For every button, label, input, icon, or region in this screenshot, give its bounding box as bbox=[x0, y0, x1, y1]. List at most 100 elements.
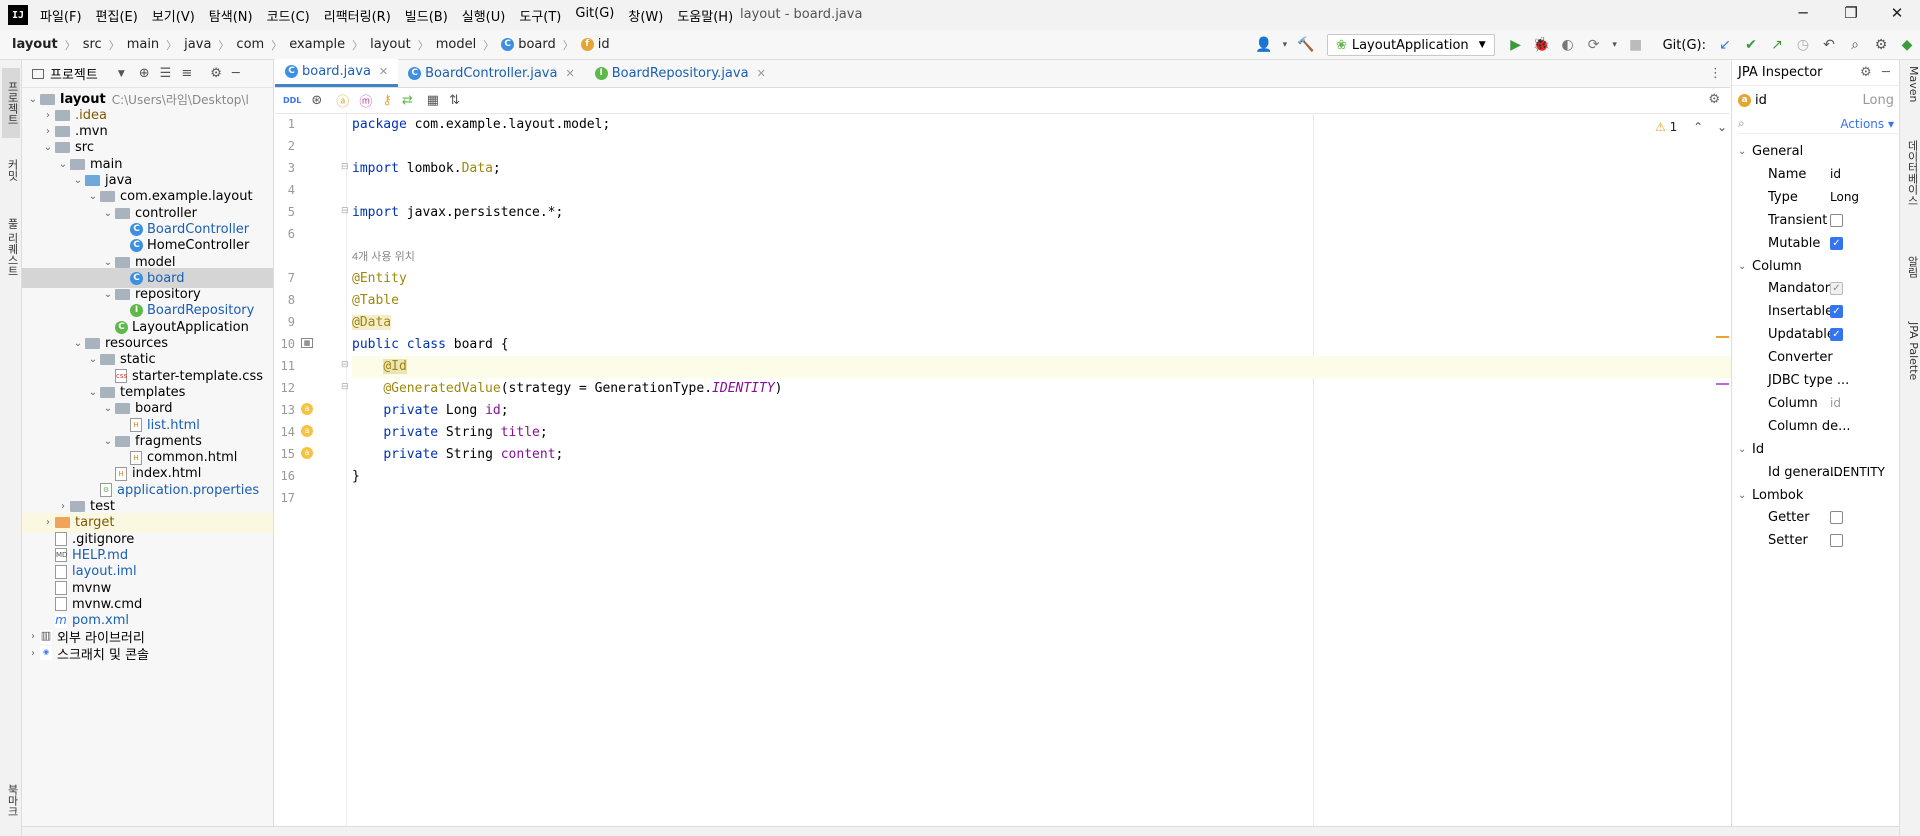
inspector-section[interactable]: ⌄ General bbox=[1732, 140, 1899, 163]
chevron-down-icon[interactable]: ⌄ bbox=[101, 436, 115, 447]
code-with-me-icon[interactable]: ◆ bbox=[1896, 34, 1918, 56]
horizontal-scrollbar[interactable] bbox=[22, 826, 1899, 836]
inspector-property[interactable]: Mutable ✓ bbox=[1732, 232, 1899, 255]
chevron-down-icon[interactable]: ▾ bbox=[1279, 34, 1291, 56]
code-line[interactable] bbox=[352, 488, 1732, 510]
fold-icon[interactable]: ⊟ bbox=[341, 206, 349, 216]
bookmarks-tool-tab[interactable]: 북마크 bbox=[2, 774, 20, 826]
menu-item[interactable]: 코드(C) bbox=[267, 6, 310, 25]
settings-gear-icon[interactable]: ⚙ bbox=[1708, 92, 1720, 107]
breadcrumb-item[interactable]: 〉 java bbox=[159, 37, 211, 53]
editor-tab[interactable]: C BoardController.java ✕ bbox=[398, 59, 585, 87]
menu-item[interactable]: 도움말(H) bbox=[677, 6, 733, 25]
breadcrumb-class[interactable]: 〉 Cboard bbox=[476, 37, 556, 53]
rollback-icon[interactable]: ↶ bbox=[1818, 34, 1840, 56]
git-push-icon[interactable]: ↗ bbox=[1766, 34, 1788, 56]
fold-icon[interactable]: ⊟ bbox=[341, 162, 349, 172]
breadcrumb-field[interactable]: 〉 f id bbox=[556, 37, 610, 53]
code-line[interactable]: package com.example.layout.model; bbox=[352, 114, 1732, 136]
line-number[interactable]: 16 bbox=[275, 469, 295, 483]
usage-stripe-marker[interactable] bbox=[1716, 383, 1729, 385]
close-tab-icon[interactable]: ✕ bbox=[757, 67, 766, 80]
inspector-property[interactable]: Name id bbox=[1732, 163, 1899, 186]
stop-icon[interactable]: ■ bbox=[1625, 34, 1647, 56]
code-line[interactable] bbox=[352, 180, 1732, 202]
menu-item[interactable]: Git(G) bbox=[575, 6, 614, 25]
breadcrumb-item[interactable]: 〉 model bbox=[411, 37, 476, 53]
property-value[interactable]: id bbox=[1830, 396, 1841, 410]
db-icon[interactable]: ▦ bbox=[427, 93, 439, 108]
debug-icon[interactable]: 🐞 bbox=[1531, 34, 1553, 56]
chevron-right-icon[interactable]: › bbox=[41, 110, 55, 121]
menu-item[interactable]: 편집(E) bbox=[96, 6, 138, 25]
menu-item[interactable]: 파일(F) bbox=[40, 6, 82, 25]
hide-icon[interactable]: ─ bbox=[1882, 65, 1890, 80]
breadcrumb-item[interactable]: layout bbox=[12, 37, 58, 52]
chevron-down-icon[interactable]: ⌄ bbox=[101, 208, 115, 219]
code-line[interactable]: import lombok.Data; bbox=[352, 158, 1732, 180]
chevron-down-icon[interactable]: ⌄ bbox=[71, 175, 85, 186]
code-line[interactable]: @GeneratedValue(strategy = GenerationTyp… bbox=[352, 378, 1732, 400]
chevron-down-icon[interactable]: ⌄ bbox=[101, 403, 115, 414]
chevron-down-icon[interactable]: ⌄ bbox=[56, 159, 70, 170]
user-icon[interactable]: 👤 bbox=[1253, 34, 1275, 56]
inspector-property[interactable]: Setter bbox=[1732, 529, 1899, 552]
line-number[interactable]: 1 bbox=[275, 117, 295, 131]
chevron-down-icon[interactable]: ▼ bbox=[118, 69, 125, 79]
db-gutter-icon[interactable]: ▦ bbox=[301, 338, 313, 348]
line-number[interactable]: 13 bbox=[275, 403, 295, 417]
inspector-property[interactable]: Transient bbox=[1732, 209, 1899, 232]
line-number[interactable]: 7 bbox=[275, 271, 295, 285]
code-editor[interactable]: package com.example.layout.model; import … bbox=[352, 114, 1732, 836]
inspector-property[interactable]: Mandatory ✓ bbox=[1732, 277, 1899, 300]
fold-icon[interactable]: ⊟ bbox=[341, 360, 349, 370]
menu-item[interactable]: 도구(T) bbox=[519, 6, 561, 25]
chevron-down-icon[interactable]: ⌄ bbox=[101, 257, 115, 268]
property-checkbox[interactable]: ✓ bbox=[1830, 328, 1843, 342]
line-number[interactable]: 9 bbox=[275, 315, 295, 329]
line-number[interactable]: 2 bbox=[275, 139, 295, 153]
property-value[interactable]: id bbox=[1830, 167, 1841, 181]
tree-item[interactable]: › ◉ 스크래치 및 콘솔 bbox=[22, 643, 273, 663]
pull-requests-tool-tab[interactable]: 풀 리퀘스트 bbox=[2, 204, 20, 290]
code-line[interactable]: } bbox=[352, 466, 1732, 488]
method-icon[interactable]: ⓜ bbox=[359, 91, 372, 110]
property-checkbox[interactable]: ✓ bbox=[1830, 282, 1843, 296]
breadcrumb-item[interactable]: 〉 com bbox=[211, 37, 264, 53]
settings-gear-icon[interactable]: ⚙ bbox=[210, 66, 222, 81]
chevron-right-icon[interactable]: › bbox=[41, 517, 55, 528]
close-tab-icon[interactable]: ✕ bbox=[379, 65, 388, 78]
chevron-down-icon[interactable]: ⌄ bbox=[86, 191, 100, 202]
line-number[interactable]: 14 bbox=[275, 425, 295, 439]
chevron-down-icon[interactable]: ⌄ bbox=[1738, 261, 1752, 272]
code-line[interactable]: private String title; bbox=[352, 422, 1732, 444]
chevron-right-icon[interactable]: › bbox=[56, 501, 70, 512]
chevron-down-icon[interactable]: ⌄ bbox=[41, 142, 55, 153]
restore-button[interactable]: ❐ bbox=[1834, 4, 1868, 26]
field-gutter-icon[interactable]: a bbox=[301, 447, 313, 459]
search-icon[interactable]: ⌕ bbox=[1844, 34, 1866, 56]
close-tab-icon[interactable]: ✕ bbox=[565, 67, 574, 80]
code-line[interactable]: private Long id; bbox=[352, 400, 1732, 422]
inspector-property[interactable]: Column de... bbox=[1732, 415, 1899, 438]
settings-gear-icon[interactable]: ⚙ bbox=[1870, 34, 1892, 56]
chevron-down-icon[interactable]: ⌄ bbox=[1738, 146, 1752, 157]
code-line[interactable] bbox=[352, 224, 1732, 246]
chevron-down-icon[interactable]: ⌄ bbox=[71, 338, 85, 349]
project-tool-tab[interactable]: 프로젝트 bbox=[2, 68, 20, 138]
property-checkbox[interactable]: ✓ bbox=[1830, 305, 1843, 319]
line-number[interactable]: 12 bbox=[275, 381, 295, 395]
line-number[interactable]: 10 bbox=[275, 337, 295, 351]
property-checkbox[interactable] bbox=[1830, 511, 1843, 525]
close-window-button[interactable]: ✕ bbox=[1880, 4, 1914, 26]
chevron-right-icon[interactable]: › bbox=[26, 648, 40, 659]
inspector-section[interactable]: ⌄ Column bbox=[1732, 255, 1899, 278]
chevron-down-icon[interactable]: ⌄ bbox=[26, 94, 40, 105]
hide-icon[interactable]: ─ bbox=[232, 66, 240, 81]
project-panel-title[interactable]: 프로젝트 bbox=[50, 64, 98, 83]
minimize-button[interactable]: ─ bbox=[1786, 4, 1820, 26]
line-number[interactable]: 15 bbox=[275, 447, 295, 461]
chevron-down-icon[interactable]: ⌄ bbox=[1738, 490, 1752, 501]
code-line[interactable] bbox=[352, 136, 1732, 158]
menu-item[interactable]: 탐색(N) bbox=[209, 6, 253, 25]
